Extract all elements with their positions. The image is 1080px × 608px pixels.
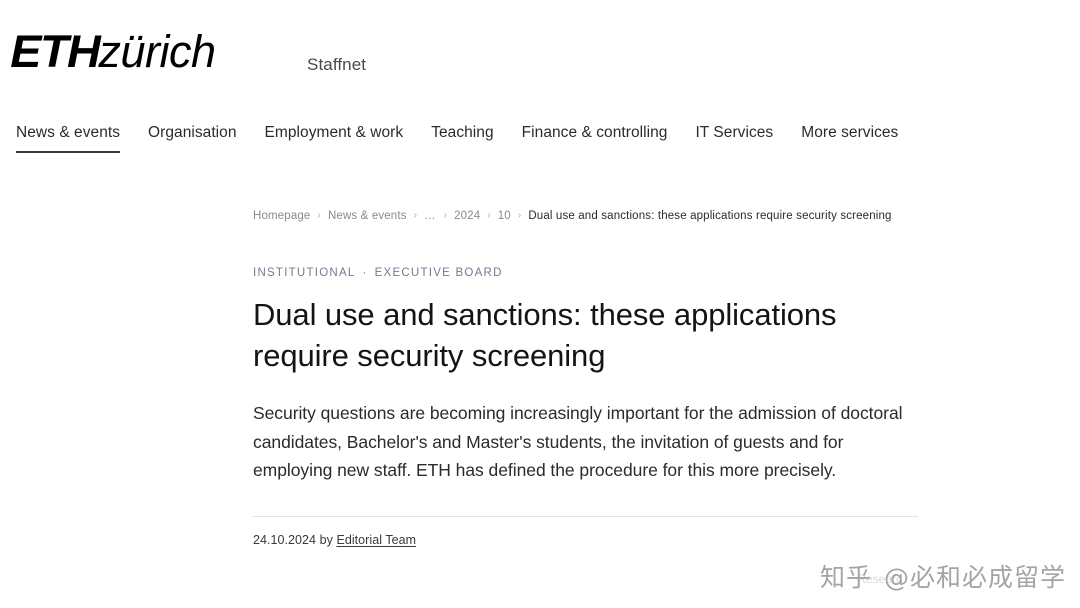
breadcrumb-item-ellipsis[interactable]: … <box>424 210 437 222</box>
nav-item-more-services[interactable]: More services <box>801 124 898 153</box>
article-category-list: INSTITUTIONAL · EXECUTIVE BOARD <box>253 267 918 279</box>
article-byline: 24.10.2024 by Editorial Team <box>253 533 918 547</box>
breadcrumb-item-homepage[interactable]: Homepage <box>253 210 310 222</box>
breadcrumb-separator-icon: › <box>317 210 321 221</box>
nav-item-employment-work[interactable]: Employment & work <box>265 124 404 153</box>
byline-by-word: by <box>319 532 333 547</box>
category-institutional[interactable]: INSTITUTIONAL <box>253 267 356 279</box>
breadcrumb-item-2024[interactable]: 2024 <box>454 210 480 222</box>
breadcrumb-item-news-events[interactable]: News & events <box>328 210 407 222</box>
portal-label-staffnet[interactable]: Staffnet <box>307 55 366 75</box>
breadcrumb: Homepage › News & events › … › 2024 › 10… <box>253 210 918 222</box>
main-navigation: News & events Organisation Employment & … <box>0 124 1080 153</box>
logo-eth-text: ETH <box>10 26 100 77</box>
nav-item-teaching[interactable]: Teaching <box>431 124 493 153</box>
byline-divider <box>253 515 918 517</box>
breadcrumb-item-10[interactable]: 10 <box>498 210 511 222</box>
category-executive-board[interactable]: EXECUTIVE BOARD <box>375 267 503 279</box>
nav-item-news-events[interactable]: News & events <box>16 124 121 153</box>
breadcrumb-separator-icon: › <box>443 210 448 221</box>
eth-zurich-logo[interactable]: ETHzürich <box>10 26 217 78</box>
logo-zurich-text: zürich <box>98 26 217 77</box>
article-content: Homepage › News & events › … › 2024 › 10… <box>253 210 918 547</box>
watermark-handle: @必和必成留学 <box>883 563 1066 592</box>
zhihu-watermark: 知乎 @必和必成留学 <box>820 558 1066 594</box>
breadcrumb-separator-icon: › <box>413 210 418 221</box>
watermark-brand: 知乎 <box>819 563 872 592</box>
article-lead-paragraph: Security questions are becoming increasi… <box>253 403 903 480</box>
breadcrumb-separator-icon: › <box>487 210 491 221</box>
byline-date: 24.10.2024 <box>253 532 317 547</box>
category-separator-dot: · <box>362 267 368 279</box>
nav-item-organisation[interactable]: Organisation <box>148 124 236 153</box>
nav-item-it-services[interactable]: IT Services <box>695 124 773 153</box>
breadcrumb-separator-icon: › <box>517 210 522 221</box>
breadcrumb-item-current: Dual use and sanctions: these applicatio… <box>528 210 892 222</box>
nav-item-finance-controlling[interactable]: Finance & controlling <box>522 124 668 153</box>
page-title: Dual use and sanctions: these applicatio… <box>253 297 837 373</box>
byline-author-link[interactable]: Editorial Team <box>336 533 416 547</box>
site-header: ETHzürich Staffnet News & events Organis… <box>0 0 1080 160</box>
